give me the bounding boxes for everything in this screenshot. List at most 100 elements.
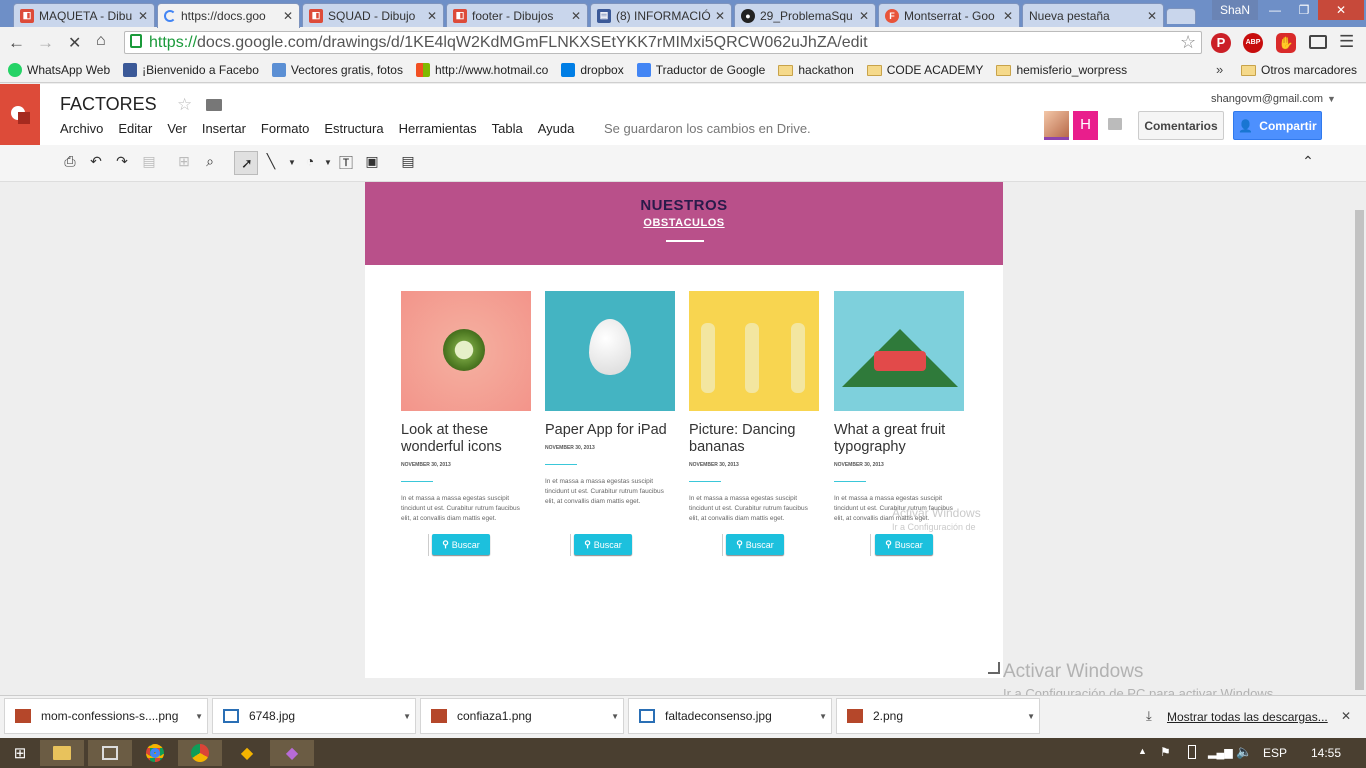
close-icon[interactable]: ✕ (1003, 9, 1013, 23)
undo-icon[interactable]: ↶ (86, 153, 106, 170)
tab-montserrat[interactable]: F Montserrat - Goo ✕ (878, 3, 1020, 27)
menu-icon[interactable]: ☰ (1339, 32, 1354, 52)
flag-icon[interactable]: ⚑ (1160, 745, 1171, 759)
avatar[interactable] (1044, 111, 1069, 140)
card-image-3[interactable] (689, 291, 819, 411)
collaborator-avatar[interactable]: H (1073, 111, 1098, 140)
more-bookmarks-icon[interactable]: » (1216, 62, 1223, 77)
collapse-icon[interactable]: ⌃ (1298, 153, 1318, 170)
comments-button[interactable]: Comentarios (1138, 111, 1224, 140)
document-title[interactable]: FACTORES (60, 94, 157, 115)
menu-editar[interactable]: Editar (118, 121, 152, 136)
search-button-2[interactable]: ⚲ Buscar (574, 534, 632, 555)
taskbar-git[interactable]: ◆ (225, 740, 269, 766)
tray-expand-icon[interactable]: ▲ (1138, 746, 1147, 756)
address-bar[interactable]: https://docs.google.com/drawings/d/1KE4l… (124, 31, 1202, 54)
bookmark-translate[interactable]: Traductor de Google (636, 63, 765, 77)
download-item-5[interactable]: 2.png ▼ (836, 698, 1040, 734)
chevron-down-icon[interactable]: ▼ (318, 158, 338, 167)
close-icon[interactable]: ✕ (571, 9, 581, 23)
paint-format-icon[interactable]: ▤ (139, 153, 159, 170)
network-icon[interactable]: ▂▄▆ (1208, 746, 1233, 759)
drawings-logo[interactable] (0, 84, 40, 145)
chevron-down-icon[interactable]: ▼ (403, 712, 411, 721)
show-all-downloads-link[interactable]: Mostrar todas las descargas... (1167, 710, 1328, 724)
menu-formato[interactable]: Formato (261, 121, 309, 136)
tab-new[interactable]: Nueva pestaña ✕ (1022, 3, 1164, 27)
bookmark-hemisferio[interactable]: hemisferio_worpress (996, 63, 1127, 77)
cast-icon[interactable] (1309, 35, 1327, 49)
chevron-down-icon[interactable]: ▼ (195, 712, 203, 721)
bookmark-star-icon[interactable]: ☆ (1180, 32, 1196, 53)
folder-move-icon[interactable] (206, 99, 222, 111)
save-status[interactable]: Se guardaron los cambios en Drive. (604, 121, 811, 136)
user-badge[interactable]: ShaN (1212, 0, 1258, 20)
close-icon[interactable]: ✕ (138, 9, 148, 23)
taskbar-git-active[interactable]: ◆ (270, 740, 314, 766)
stop-icon[interactable]: ✕ (68, 33, 81, 53)
chevron-down-icon[interactable]: ▼ (1027, 712, 1035, 721)
tab-maqueta[interactable]: ◧ MAQUETA - Dibu ✕ (13, 3, 155, 27)
minimize-button[interactable]: — (1260, 0, 1290, 20)
bookmark-code-academy[interactable]: CODE ACADEMY (866, 63, 983, 77)
taskbar-chrome[interactable] (133, 740, 177, 766)
volume-icon[interactable]: 🔈 (1236, 744, 1252, 760)
bookmark-hotmail[interactable]: http://www.hotmail.co (415, 63, 548, 77)
menu-ver[interactable]: Ver (167, 121, 187, 136)
line-icon[interactable]: ╲ (261, 153, 281, 170)
image-icon[interactable]: ▣ (362, 153, 382, 170)
maximize-button[interactable]: ❐ (1290, 0, 1318, 20)
card-image-4[interactable] (834, 291, 964, 411)
tab-footer[interactable]: ◧ footer - Dibujos ✕ (446, 3, 588, 27)
scrollbar[interactable] (1355, 210, 1364, 690)
taskbar-chrome-active[interactable] (178, 740, 222, 766)
close-icon[interactable]: ✕ (1147, 9, 1157, 23)
lock-icon[interactable] (130, 34, 142, 48)
zoom-fit-icon[interactable]: ⊞ (174, 153, 194, 170)
tab-informacion[interactable]: ▤ (8) INFORMACIÓ ✕ (590, 3, 732, 27)
language-indicator[interactable]: ESP (1263, 746, 1287, 760)
close-icon[interactable]: ✕ (715, 9, 725, 23)
menu-insertar[interactable]: Insertar (202, 121, 246, 136)
new-tab-button[interactable] (1166, 8, 1196, 24)
adblock-hand-icon[interactable]: ✋ (1276, 33, 1296, 53)
forward-icon[interactable]: → (37, 33, 54, 53)
share-button[interactable]: 👤 Compartir (1233, 111, 1322, 140)
pinterest-icon[interactable]: P (1211, 33, 1231, 53)
account-email[interactable]: shangovm@gmail.com (1211, 93, 1323, 105)
download-item-2[interactable]: 6748.jpg ▼ (212, 698, 416, 734)
taskbar-app[interactable] (88, 740, 132, 766)
download-item-4[interactable]: faltadeconsenso.jpg ▼ (628, 698, 832, 734)
menu-ayuda[interactable]: Ayuda (538, 121, 575, 136)
redo-icon[interactable]: ↷ (112, 153, 132, 170)
shape-icon[interactable]: ◔ (300, 153, 320, 169)
menu-tabla[interactable]: Tabla (492, 121, 523, 136)
chevron-down-icon[interactable]: ▼ (611, 712, 619, 721)
clock[interactable]: 14:55 (1311, 746, 1341, 760)
comment-icon[interactable]: ▤ (398, 153, 418, 170)
star-icon[interactable]: ☆ (177, 95, 192, 115)
bookmark-hackathon[interactable]: hackathon (778, 63, 854, 77)
text-box-icon[interactable]: 🅃 (336, 153, 356, 173)
close-icon[interactable]: ✕ (1341, 709, 1351, 723)
close-icon[interactable]: ✕ (427, 9, 437, 23)
search-button-1[interactable]: ⚲ Buscar (432, 534, 490, 555)
chevron-down-icon[interactable]: ▼ (1327, 94, 1336, 104)
tab-squad[interactable]: ◧ SQUAD - Dibujo ✕ (302, 3, 444, 27)
back-icon[interactable]: ← (8, 33, 25, 53)
zoom-icon[interactable]: ⌕ (200, 153, 220, 170)
close-icon[interactable]: ✕ (283, 9, 293, 23)
close-icon[interactable]: ✕ (859, 9, 869, 23)
chevron-down-icon[interactable]: ▼ (282, 158, 302, 167)
bookmark-dropbox[interactable]: dropbox (561, 63, 624, 77)
menu-estructura[interactable]: Estructura (324, 121, 383, 136)
bookmark-facebook[interactable]: ¡Bienvenido a Facebo (123, 63, 259, 77)
taskbar-explorer[interactable] (40, 740, 84, 766)
chat-icon[interactable] (1108, 118, 1122, 130)
chevron-down-icon[interactable]: ▼ (819, 712, 827, 721)
print-icon[interactable]: ⎙ (60, 153, 80, 170)
search-button-3[interactable]: ⚲ Buscar (726, 534, 784, 555)
menu-herramientas[interactable]: Herramientas (399, 121, 477, 136)
card-image-1[interactable] (401, 291, 531, 411)
close-window-button[interactable]: ✕ (1318, 0, 1364, 20)
